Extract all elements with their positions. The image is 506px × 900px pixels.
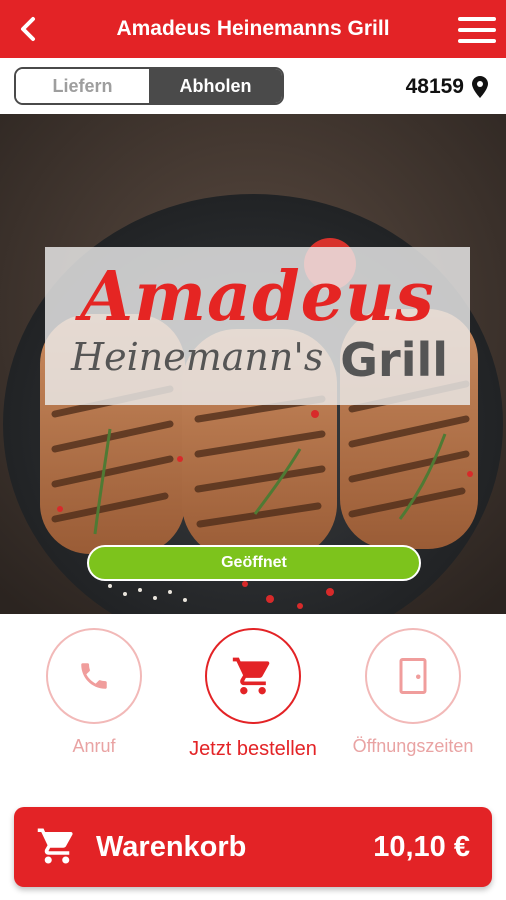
hamburger-menu-icon [458, 17, 496, 43]
map-pin-icon [472, 76, 488, 98]
shopping-cart-icon [232, 657, 270, 695]
logo-sub-text: Heinemann's [71, 335, 324, 379]
open-status-badge: Geöffnet [87, 545, 421, 581]
opening-hours-label: Öffnungszeiten [352, 736, 474, 756]
chevron-left-icon [21, 17, 35, 41]
call-label: Anruf [72, 736, 116, 756]
phone-icon [81, 663, 107, 689]
postal-code: 48159 [405, 75, 464, 98]
door-icon [399, 658, 427, 694]
logo-main-text: Amadeus [80, 257, 435, 337]
logo-grill-text: Grill [340, 333, 448, 387]
restaurant-logo: Amadeus Heinemann's Grill [45, 247, 470, 405]
shopping-cart-icon [37, 828, 73, 864]
mode-option-liefern[interactable]: Liefern [16, 69, 149, 103]
delivery-mode-toggle: Liefern Abholen [14, 67, 284, 105]
call-circle [46, 628, 142, 724]
order-now-button[interactable]: Jetzt bestellen [178, 628, 328, 761]
hero-banner: Amadeus Heinemann's Grill Geöffnet [0, 114, 506, 614]
call-button[interactable]: Anruf [44, 628, 144, 757]
cart-label: Warenkorb [96, 831, 247, 863]
app-header: Amadeus Heinemanns Grill [0, 0, 506, 58]
cart-button[interactable]: Warenkorb 10,10 € [14, 807, 492, 887]
app-screen: Amadeus Heinemanns Grill Liefern Abholen… [0, 0, 506, 900]
opening-hours-button[interactable]: Öffnungszeiten [346, 628, 480, 757]
order-circle [205, 628, 301, 724]
postal-code-selector[interactable]: 48159 [406, 72, 488, 102]
back-button[interactable] [14, 14, 44, 44]
cart-total: 10,10 € [373, 831, 470, 863]
mode-option-abholen[interactable]: Abholen [149, 69, 282, 103]
order-now-label: Jetzt bestellen [189, 738, 317, 760]
opening-hours-circle [365, 628, 461, 724]
delivery-mode-bar: Liefern Abholen 48159 [0, 58, 506, 114]
app-title: Amadeus Heinemanns Grill [116, 17, 390, 40]
menu-button[interactable] [458, 15, 496, 45]
